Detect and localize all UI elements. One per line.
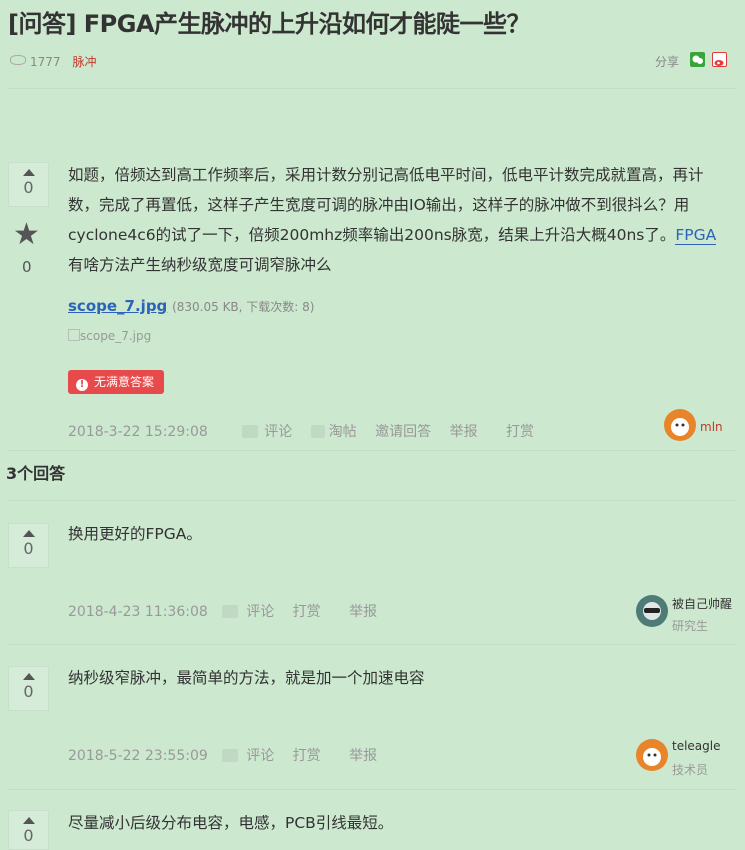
comment-button[interactable]: 评论: [264, 424, 292, 440]
answer-text: 纳秒级窄脉冲，最简单的方法，就是加一个加速电容: [68, 669, 425, 687]
answer-actions: 2018-4-23 11:36:08 评论 打赏 举报: [68, 601, 377, 621]
attachment-link[interactable]: scope_7.jpg: [68, 297, 167, 315]
image-placeholder: scope_7.jpg: [68, 329, 151, 343]
attachment: scope_7.jpg (830.05 KB, 下载次数: 8): [68, 297, 314, 315]
answer-text: 尽量减小后级分布电容，电感，PCB引线最短。: [68, 814, 394, 832]
weibo-icon[interactable]: [712, 52, 727, 67]
comment-button[interactable]: 评论: [246, 748, 274, 764]
vote-count: 0: [23, 178, 34, 197]
favorite-count: 0: [22, 258, 32, 276]
fpga-link[interactable]: FPGA: [675, 226, 717, 245]
tag-link[interactable]: 脉冲: [73, 55, 97, 69]
views: 1777 脉冲: [10, 53, 97, 70]
reward-button[interactable]: 打赏: [293, 748, 321, 764]
upvote-icon[interactable]: [22, 169, 35, 176]
divider: [8, 789, 737, 790]
divider: [8, 500, 737, 501]
vote-box[interactable]: 0: [8, 810, 49, 850]
body-line: 数，完成了再置低，这样子产生宽度可调的脉冲由IO输出，这样子的脉冲做不到很抖么？…: [68, 196, 690, 214]
vote-box[interactable]: 0: [8, 162, 49, 207]
report-button[interactable]: 举报: [349, 748, 377, 764]
view-count: 1777: [30, 55, 61, 69]
comment-icon[interactable]: [222, 749, 239, 762]
author-role: 研究生: [672, 619, 709, 633]
comment-icon[interactable]: [242, 425, 259, 438]
post-date: 2018-4-23 11:36:08: [68, 604, 208, 620]
author-name[interactable]: mln: [700, 420, 723, 434]
vote-count: 0: [23, 682, 34, 701]
taotie-icon[interactable]: [310, 425, 325, 438]
warning-icon: !: [76, 379, 88, 391]
eye-icon: [10, 55, 26, 65]
share-label: 分享: [655, 55, 680, 69]
broken-image-icon: [68, 329, 80, 341]
divider: [8, 88, 737, 89]
question-actions: 2018-3-22 15:29:08 评论 淘帖 邀请回答 举报 打赏: [68, 421, 534, 441]
taotie-button[interactable]: 淘帖: [329, 424, 357, 440]
question-body: 如题，倍频达到高工作频率后，采用计数分别记高低电平时间，低电平计数完成就置高，再…: [68, 160, 728, 280]
answer-actions: 2018-5-22 23:55:09 评论 打赏 举报: [68, 745, 377, 765]
author-name[interactable]: 被自己帅醒: [672, 595, 732, 612]
wechat-icon[interactable]: [690, 52, 705, 67]
answers-count: 3个回答: [6, 464, 66, 483]
upvote-icon[interactable]: [22, 817, 35, 824]
divider: [8, 450, 737, 451]
body-line: 有啥方法产生纳秒级宽度可调窄脉冲么: [68, 256, 332, 274]
author-name[interactable]: teleagle: [672, 739, 721, 753]
post-date: 2018-3-22 15:29:08: [68, 424, 208, 440]
upvote-icon[interactable]: [22, 530, 35, 537]
answer-text: 换用更好的FPGA。: [68, 525, 202, 543]
comment-button[interactable]: 评论: [246, 604, 274, 620]
report-button[interactable]: 举报: [349, 604, 377, 620]
report-button[interactable]: 举报: [450, 424, 478, 440]
vote-count: 0: [23, 539, 34, 558]
reward-button[interactable]: 打赏: [506, 424, 534, 440]
comment-icon[interactable]: [222, 605, 239, 618]
attachment-info: (830.05 KB, 下载次数: 8): [172, 300, 315, 314]
avatar[interactable]: [636, 595, 668, 627]
upvote-icon[interactable]: [22, 673, 35, 680]
status-badge: ! 无满意答案: [68, 370, 165, 394]
divider: [8, 644, 737, 645]
author-role: 技术员: [672, 763, 709, 777]
reward-button[interactable]: 打赏: [293, 604, 321, 620]
body-line: cyclone4c6的试了一下，倍频200mhz频率输出200ns脉宽，结果上升…: [68, 226, 717, 245]
avatar[interactable]: [664, 409, 696, 441]
body-line: 如题，倍频达到高工作频率后，采用计数分别记高低电平时间，低电平计数完成就置高，再…: [68, 166, 704, 184]
avatar[interactable]: [636, 739, 668, 771]
vote-box[interactable]: 0: [8, 523, 49, 568]
vote-count: 0: [23, 826, 34, 845]
invite-button[interactable]: 邀请回答: [375, 424, 431, 440]
page-title: [问答] FPGA产生脉冲的上升沿如何才能陡一些？: [8, 10, 531, 38]
vote-box[interactable]: 0: [8, 666, 49, 711]
post-date: 2018-5-22 23:55:09: [68, 748, 208, 764]
star-icon[interactable]: ★: [13, 220, 40, 250]
